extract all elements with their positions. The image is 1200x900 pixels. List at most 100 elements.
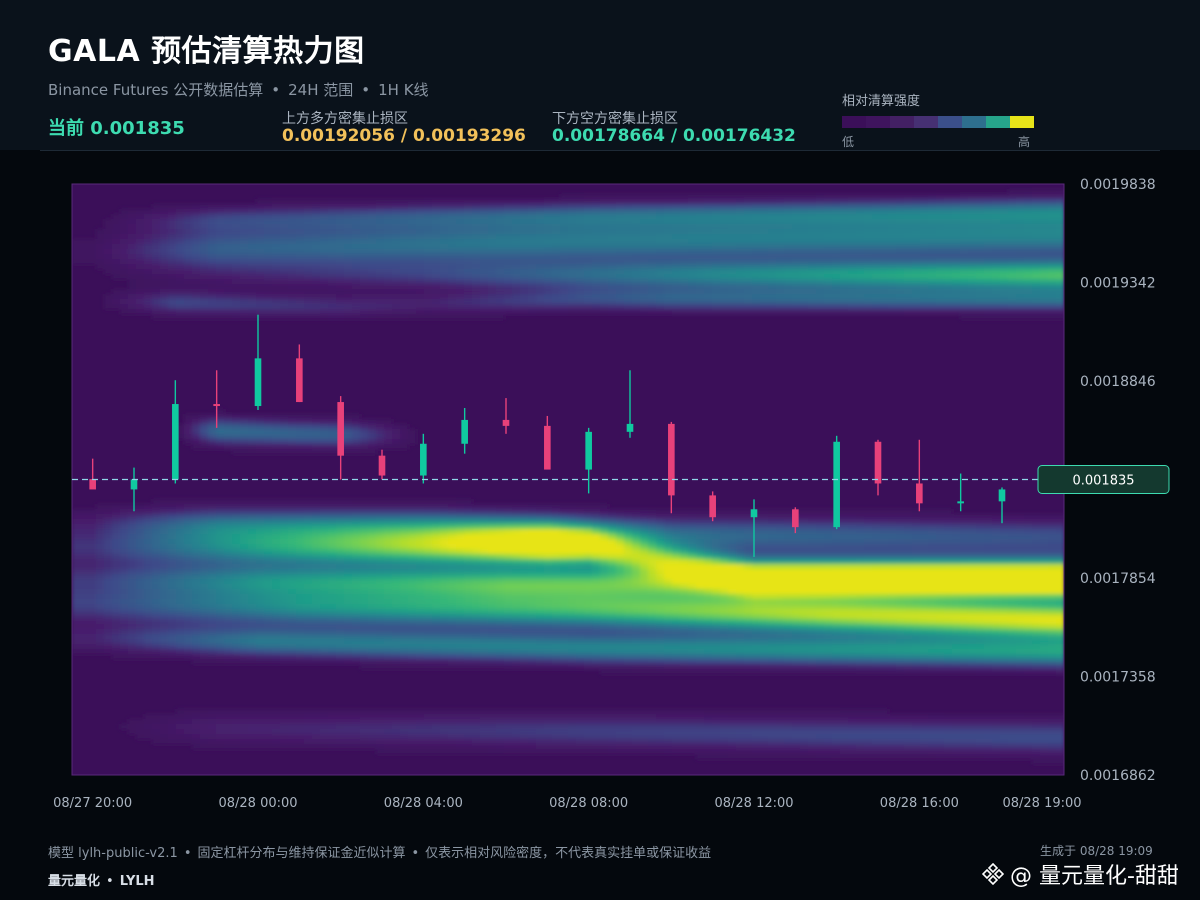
heatmap-cell: [656, 224, 665, 230]
heatmap-cell: [416, 234, 425, 240]
heatmap-cell: [456, 289, 465, 295]
heatmap-cell: [296, 414, 305, 420]
heatmap-cell: [280, 444, 289, 450]
heatmap-cell: [160, 639, 169, 645]
heatmap-cell: [400, 299, 409, 305]
heatmap-cell: [520, 284, 529, 290]
heatmap-cell: [80, 574, 89, 580]
heatmap-cell: [376, 249, 385, 255]
heatmap-cell: [328, 299, 337, 305]
heatmap-cell: [552, 249, 561, 255]
heatmap-cell: [248, 279, 257, 285]
heatmap-cell: [672, 514, 681, 520]
heatmap-cell: [520, 289, 529, 295]
heatmap-cell: [608, 254, 617, 260]
heatmap-cell: [656, 639, 665, 645]
heatmap-cell: [136, 284, 145, 290]
heatmap-cell: [160, 729, 169, 735]
heatmap-cell: [504, 504, 513, 510]
heatmap-cell: [320, 314, 329, 320]
heatmap-cell: [496, 559, 505, 565]
heatmap-cell: [672, 739, 681, 745]
heatmap-cell: [456, 619, 465, 625]
heatmap-cell: [520, 519, 529, 525]
heatmap-cell: [440, 714, 449, 720]
heatmap-cell: [336, 604, 345, 610]
heatmap-cell: [400, 434, 409, 440]
heatmap-cell: [376, 549, 385, 555]
heatmap-cell: [408, 714, 417, 720]
heatmap-cell: [128, 729, 137, 735]
heatmap-cell: [400, 719, 409, 725]
heatmap-cell: [120, 249, 129, 255]
heatmap-cell: [160, 564, 169, 570]
heatmap-cell: [560, 259, 569, 265]
heatmap-cell: [312, 659, 321, 665]
heatmap-cell: [120, 549, 129, 555]
heatmap-cell: [528, 629, 537, 635]
heatmap-cell: [576, 709, 585, 715]
heatmap-cell: [200, 654, 209, 660]
heatmap-cell: [256, 229, 265, 235]
heatmap-cell: [304, 564, 313, 570]
heatmap-cell: [320, 299, 329, 305]
heatmap-cell: [456, 284, 465, 290]
heatmap-cell: [640, 634, 649, 640]
heatmap-cell: [256, 429, 265, 435]
heatmap-cell: [664, 644, 673, 650]
heatmap-cell: [608, 554, 617, 560]
heatmap-cell: [472, 664, 481, 670]
heatmap-cell: [672, 669, 681, 675]
heatmap-cell: [120, 589, 129, 595]
heatmap-cell: [504, 239, 513, 245]
heatmap-cell: [288, 269, 297, 275]
heatmap-cell: [96, 549, 105, 555]
heatmap-cell: [432, 274, 441, 280]
heatmap-cell: [208, 434, 217, 440]
heatmap-cell: [192, 599, 201, 605]
heatmap-cell: [568, 309, 577, 315]
heatmap-cell: [488, 629, 497, 635]
heatmap-cell: [600, 594, 609, 600]
heatmap-cell: [296, 744, 305, 750]
heatmap-cell: [568, 219, 577, 225]
heatmap-cell: [640, 219, 649, 225]
heatmap-cell: [208, 584, 217, 590]
heatmap-cell: [216, 299, 225, 305]
heatmap-cell: [560, 664, 569, 670]
heatmap-cell: [552, 659, 561, 665]
heatmap-cell: [168, 634, 177, 640]
heatmap-cell: [120, 649, 129, 655]
heatmap-cell: [520, 224, 529, 230]
heatmap-cell: [616, 289, 625, 295]
heatmap-cell: [440, 719, 449, 725]
heatmap-cell: [328, 449, 337, 455]
heatmap-cell: [656, 309, 665, 315]
heatmap-cell: [408, 569, 417, 575]
heatmap-cell: [576, 239, 585, 245]
heatmap-cell: [600, 519, 609, 525]
heatmap-cell: [648, 629, 657, 635]
heatmap-cell: [536, 579, 545, 585]
heatmap-cell: [136, 529, 145, 535]
heatmap-cell: [512, 514, 521, 520]
heatmap-cell: [544, 524, 553, 530]
heatmap-cell: [384, 424, 393, 430]
heatmap-cell: [344, 569, 353, 575]
heatmap-cell: [592, 284, 601, 290]
heatmap-cell: [312, 274, 321, 280]
heatmap-cell: [192, 509, 201, 515]
heatmap-cell: [352, 199, 361, 205]
heatmap-cell: [512, 254, 521, 260]
heatmap-cell: [400, 554, 409, 560]
heatmap-cell: [304, 584, 313, 590]
heatmap-cell: [496, 644, 505, 650]
heatmap-cell: [488, 714, 497, 720]
heatmap-cell: [216, 724, 225, 730]
heatmap-cell: [672, 244, 681, 250]
heatmap-cell: [544, 604, 553, 610]
heatmap-cell: [416, 209, 425, 215]
heatmap-cell: [336, 634, 345, 640]
heatmap-cell: [216, 629, 225, 635]
heatmap-cell: [360, 624, 369, 630]
